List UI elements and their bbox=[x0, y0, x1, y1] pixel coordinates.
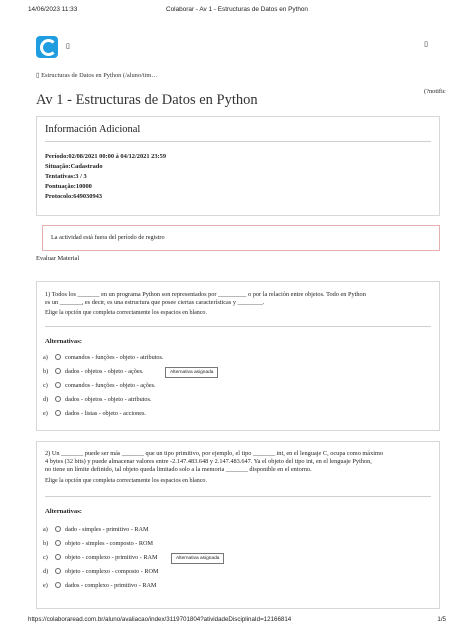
option-letter: a) bbox=[43, 525, 48, 533]
divider bbox=[45, 326, 431, 327]
user-menu-icon[interactable]: ▯ bbox=[424, 40, 428, 48]
radio-icon[interactable] bbox=[55, 568, 61, 574]
radio-icon[interactable] bbox=[55, 526, 61, 532]
question-card: 2) Un _______ puede ser más _______ que … bbox=[36, 441, 440, 609]
assigned-answer-badge: Alternativa asignada bbox=[171, 553, 225, 564]
print-header: 14/06/2023 11:33 Colaborar - Av 1 - Estr… bbox=[0, 2, 474, 16]
status-notice: La actividad está fuera del período de r… bbox=[42, 225, 440, 251]
option-text: objeto - complexo - primitivo - RAM bbox=[65, 553, 158, 561]
option-text: comandos - funções - objeto - atributos. bbox=[65, 353, 164, 361]
option-text: objeto - complexo - composto - ROM bbox=[65, 567, 159, 575]
radio-icon[interactable] bbox=[55, 382, 61, 388]
alternatives-heading: Alternativas: bbox=[45, 508, 82, 515]
radio-icon[interactable] bbox=[55, 410, 61, 416]
option-letter: b) bbox=[43, 367, 49, 375]
option-text: dados - listas - objeto - acciones. bbox=[65, 409, 146, 417]
option-text: dados - objetos - objeto - ações. bbox=[65, 367, 144, 375]
radio-icon[interactable] bbox=[55, 368, 61, 374]
question-text: no tiene un límite definido, tal objeto … bbox=[45, 466, 312, 473]
option-text: dados - objetos - objeto - atributos. bbox=[65, 395, 152, 403]
option-b[interactable]: b) objeto - simples - composto - ROM bbox=[43, 538, 153, 548]
option-d[interactable]: d) objeto - complexo - composto - ROM bbox=[43, 566, 159, 576]
divider bbox=[45, 496, 431, 497]
protocolo: Protocolo:649030943 bbox=[45, 193, 103, 200]
question-instruction: Elige la opción que completa correctamen… bbox=[45, 310, 207, 316]
radio-icon[interactable] bbox=[55, 396, 61, 402]
info-heading: Información Adicional bbox=[45, 124, 141, 135]
option-d[interactable]: d) dados - objetos - objeto - atributos. bbox=[43, 394, 151, 404]
page-title: Av 1 - Estructuras de Datos en Python bbox=[36, 92, 258, 108]
radio-icon[interactable] bbox=[55, 554, 61, 560]
option-text: dados - complexo - primitivo - RAM bbox=[65, 581, 157, 589]
print-page-number: 1/5 bbox=[437, 616, 446, 623]
colaborar-logo-icon[interactable] bbox=[36, 36, 58, 58]
option-letter: e) bbox=[43, 409, 48, 417]
option-e[interactable]: e) dados - complexo - primitivo - RAM bbox=[43, 580, 156, 590]
evaluate-material-link[interactable]: Evaluar Material bbox=[36, 255, 79, 262]
radio-icon[interactable] bbox=[55, 540, 61, 546]
question-card: 1) Todos los _______ en un programa Pyth… bbox=[36, 281, 440, 431]
option-letter: a) bbox=[43, 353, 48, 361]
option-letter: d) bbox=[43, 567, 49, 575]
notifications-link[interactable]: (?notific bbox=[424, 88, 446, 95]
assigned-answer-badge: Alternativa asignada bbox=[165, 367, 219, 378]
menu-icon[interactable]: ▯ bbox=[66, 42, 70, 50]
top-bar: ▯ ▯ bbox=[28, 36, 446, 62]
option-a[interactable]: a) dado - simples - primitivo - RAM bbox=[43, 524, 149, 534]
radio-icon[interactable] bbox=[55, 354, 61, 360]
option-letter: d) bbox=[43, 395, 49, 403]
alternatives-heading: Alternativas: bbox=[45, 338, 82, 345]
option-text: dado - simples - primitivo - RAM bbox=[65, 525, 149, 533]
print-title: Colaborar - Av 1 - Estructuras de Datos … bbox=[166, 6, 308, 13]
periodo: Período:02/08/2021 00:00 à 04/12/2021 23… bbox=[45, 153, 167, 160]
question-text: es un _______, es decir, es una estructu… bbox=[45, 299, 265, 306]
divider bbox=[45, 141, 431, 142]
print-footer: https://colaboraread.com.br/aluno/avalia… bbox=[0, 612, 474, 626]
notice-text: La actividad está fuera del período de r… bbox=[51, 234, 165, 241]
option-letter: c) bbox=[43, 381, 48, 389]
option-c[interactable]: c) objeto - complexo - primitivo - RAM bbox=[43, 552, 157, 562]
option-letter: b) bbox=[43, 539, 49, 547]
info-card: Información Adicional Período:02/08/2021… bbox=[36, 116, 440, 216]
option-text: comandos - funções - objeto - ações. bbox=[65, 381, 156, 389]
print-url: https://colaboraread.com.br/aluno/avalia… bbox=[28, 616, 292, 623]
question-instruction: Elige la opción que completa correctamen… bbox=[45, 478, 207, 484]
tentativas: Tentativas:3 / 3 bbox=[45, 173, 87, 180]
option-b[interactable]: b) dados - objetos - objeto - ações. bbox=[43, 366, 144, 376]
pontuacao: Pontuação:10000 bbox=[45, 183, 92, 190]
situacao: Situação:Cadastrado bbox=[45, 163, 103, 170]
breadcrumb[interactable]: ▯ Estructuras de Datos en Python (/aluno… bbox=[36, 71, 158, 79]
option-a[interactable]: a) comandos - funções - objeto - atributo… bbox=[43, 352, 163, 362]
radio-icon[interactable] bbox=[55, 582, 61, 588]
option-letter: e) bbox=[43, 581, 48, 589]
option-letter: c) bbox=[43, 553, 48, 561]
option-e[interactable]: e) dados - listas - objeto - acciones. bbox=[43, 408, 146, 418]
option-text: objeto - simples - composto - ROM bbox=[65, 539, 153, 547]
option-c[interactable]: c) comandos - funções - objeto - ações. bbox=[43, 380, 156, 390]
